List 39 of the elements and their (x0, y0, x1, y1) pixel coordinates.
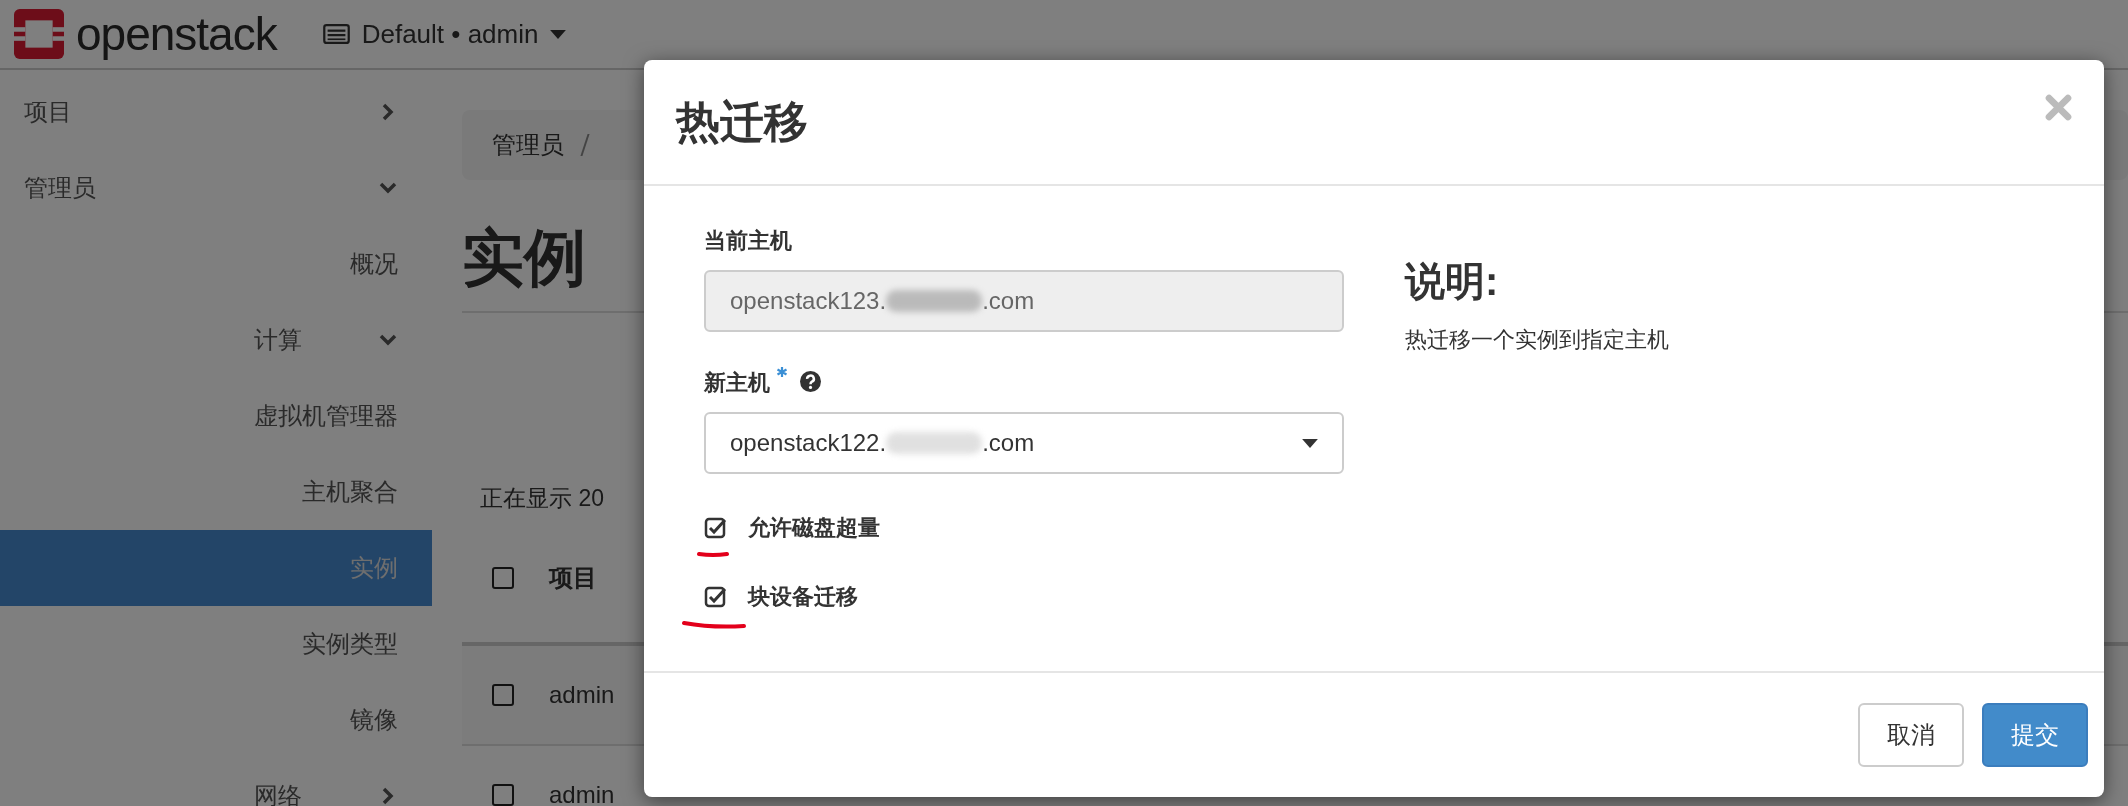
sidebar-item[interactable]: 主机聚合 (0, 454, 432, 530)
caret-icon (1302, 438, 1318, 448)
checkbox[interactable] (704, 516, 728, 540)
table-cell: admin (549, 680, 615, 709)
sidebar-item[interactable]: 虚拟机管理器 (0, 378, 432, 454)
sidebar-item[interactable]: 计算 (0, 302, 432, 378)
description-text: 热迁移一个实例到指定主机 (1405, 326, 1669, 354)
breadcrumb-link[interactable]: 管理员 (492, 129, 564, 161)
sidebar-item[interactable]: 实例 (0, 530, 432, 606)
field-label: 新主机 (704, 369, 770, 397)
page-title: 实例 (462, 222, 586, 294)
underline-mark (697, 550, 729, 558)
table-cell: admin (549, 780, 615, 806)
checkbox[interactable] (704, 585, 728, 609)
dialog-title: 热迁移 (676, 95, 808, 148)
host-dropdown[interactable]: openstack122. .com (704, 412, 1344, 474)
underline-mark (682, 620, 746, 630)
list-icon (322, 24, 350, 44)
submit-button[interactable]: 提交 (1982, 703, 2088, 767)
row-checkbox[interactable] (492, 783, 514, 806)
item-count: 正在显示 20 (480, 483, 605, 513)
description-heading: 说明: (1405, 258, 1500, 305)
cancel-button[interactable]: 取消 (1858, 703, 1964, 767)
help-icon[interactable] (800, 371, 821, 392)
checkbox-label[interactable]: 允许磁盘超量 (748, 513, 880, 543)
select-all-checkbox[interactable] (492, 566, 514, 589)
column-header[interactable]: 项目 (549, 561, 597, 594)
sidebar-item[interactable]: 概况 (0, 226, 432, 302)
caret-icon (550, 29, 567, 39)
row-checkbox[interactable] (492, 683, 514, 706)
sidebar-item[interactable]: 项目 (0, 74, 432, 150)
logo-wordmark[interactable]: openstack (76, 7, 277, 61)
sidebar-item[interactable]: 实例类型 (0, 606, 432, 682)
project-context-menu[interactable]: Default • admin (322, 18, 567, 50)
checkbox-label[interactable]: 块设备迁移 (748, 582, 858, 612)
sidebar-item[interactable]: 管理员 (0, 150, 432, 226)
sidebar-item[interactable]: 镜像 (0, 682, 432, 758)
field-label: 当前主机 (704, 227, 792, 255)
logo-icon (12, 9, 66, 59)
